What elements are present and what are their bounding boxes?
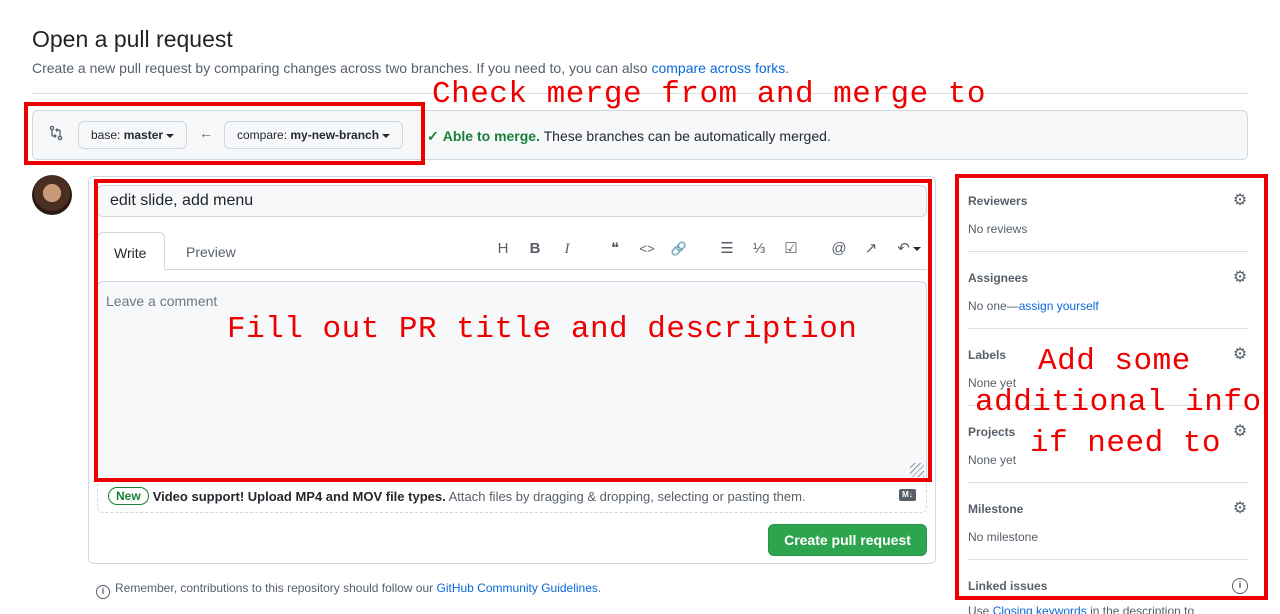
annotation-box-branches [24,102,425,165]
linked-use: Use [968,604,993,614]
new-badge: New [108,487,149,505]
avatar[interactable] [32,175,72,215]
check-icon: ✓ [427,128,439,144]
linked-end: in the description to [1086,604,1195,614]
annotation-title-desc: Fill out PR title and description [227,312,858,347]
merge-status-bold: Able to merge. [442,128,540,144]
closing-keywords-link[interactable]: Closing keywords [993,604,1087,614]
guidelines-end: . [597,581,602,595]
upload-bold-text: Video support! Upload MP4 and MOV file t… [152,489,446,504]
merge-status: ✓ Able to merge. These branches can be au… [427,128,831,145]
guidelines-note: i Remember, contributions to this reposit… [96,581,601,599]
file-upload-bar[interactable]: New Video support! Upload MP4 and MOV fil… [97,481,927,513]
upload-text: Attach files by dragging & dropping, sel… [445,489,806,504]
linked-issues-value: Use Closing keywords in the description … [968,604,1248,614]
subtitle-end: . [785,60,790,76]
merge-status-text: These branches can be automatically merg… [539,128,831,144]
annotation-extra-line2: additional info [975,385,1262,420]
subtitle-text: Create a new pull request by comparing c… [32,60,652,76]
annotation-extra-line1: Add some [1038,344,1191,379]
create-pull-request-button[interactable]: Create pull request [768,524,927,556]
page-subtitle: Create a new pull request by comparing c… [32,60,789,76]
community-guidelines-link[interactable]: GitHub Community Guidelines [437,581,598,595]
annotation-merge: Check merge from and merge to [432,77,986,112]
compare-forks-link[interactable]: compare across forks [651,60,785,76]
annotation-extra-line3: if need to [1030,426,1222,461]
info-icon: i [96,585,110,599]
page-title: Open a pull request [32,26,233,52]
guidelines-text: Remember, contributions to this reposito… [115,581,437,595]
markdown-icon[interactable]: M↓ [899,489,916,501]
